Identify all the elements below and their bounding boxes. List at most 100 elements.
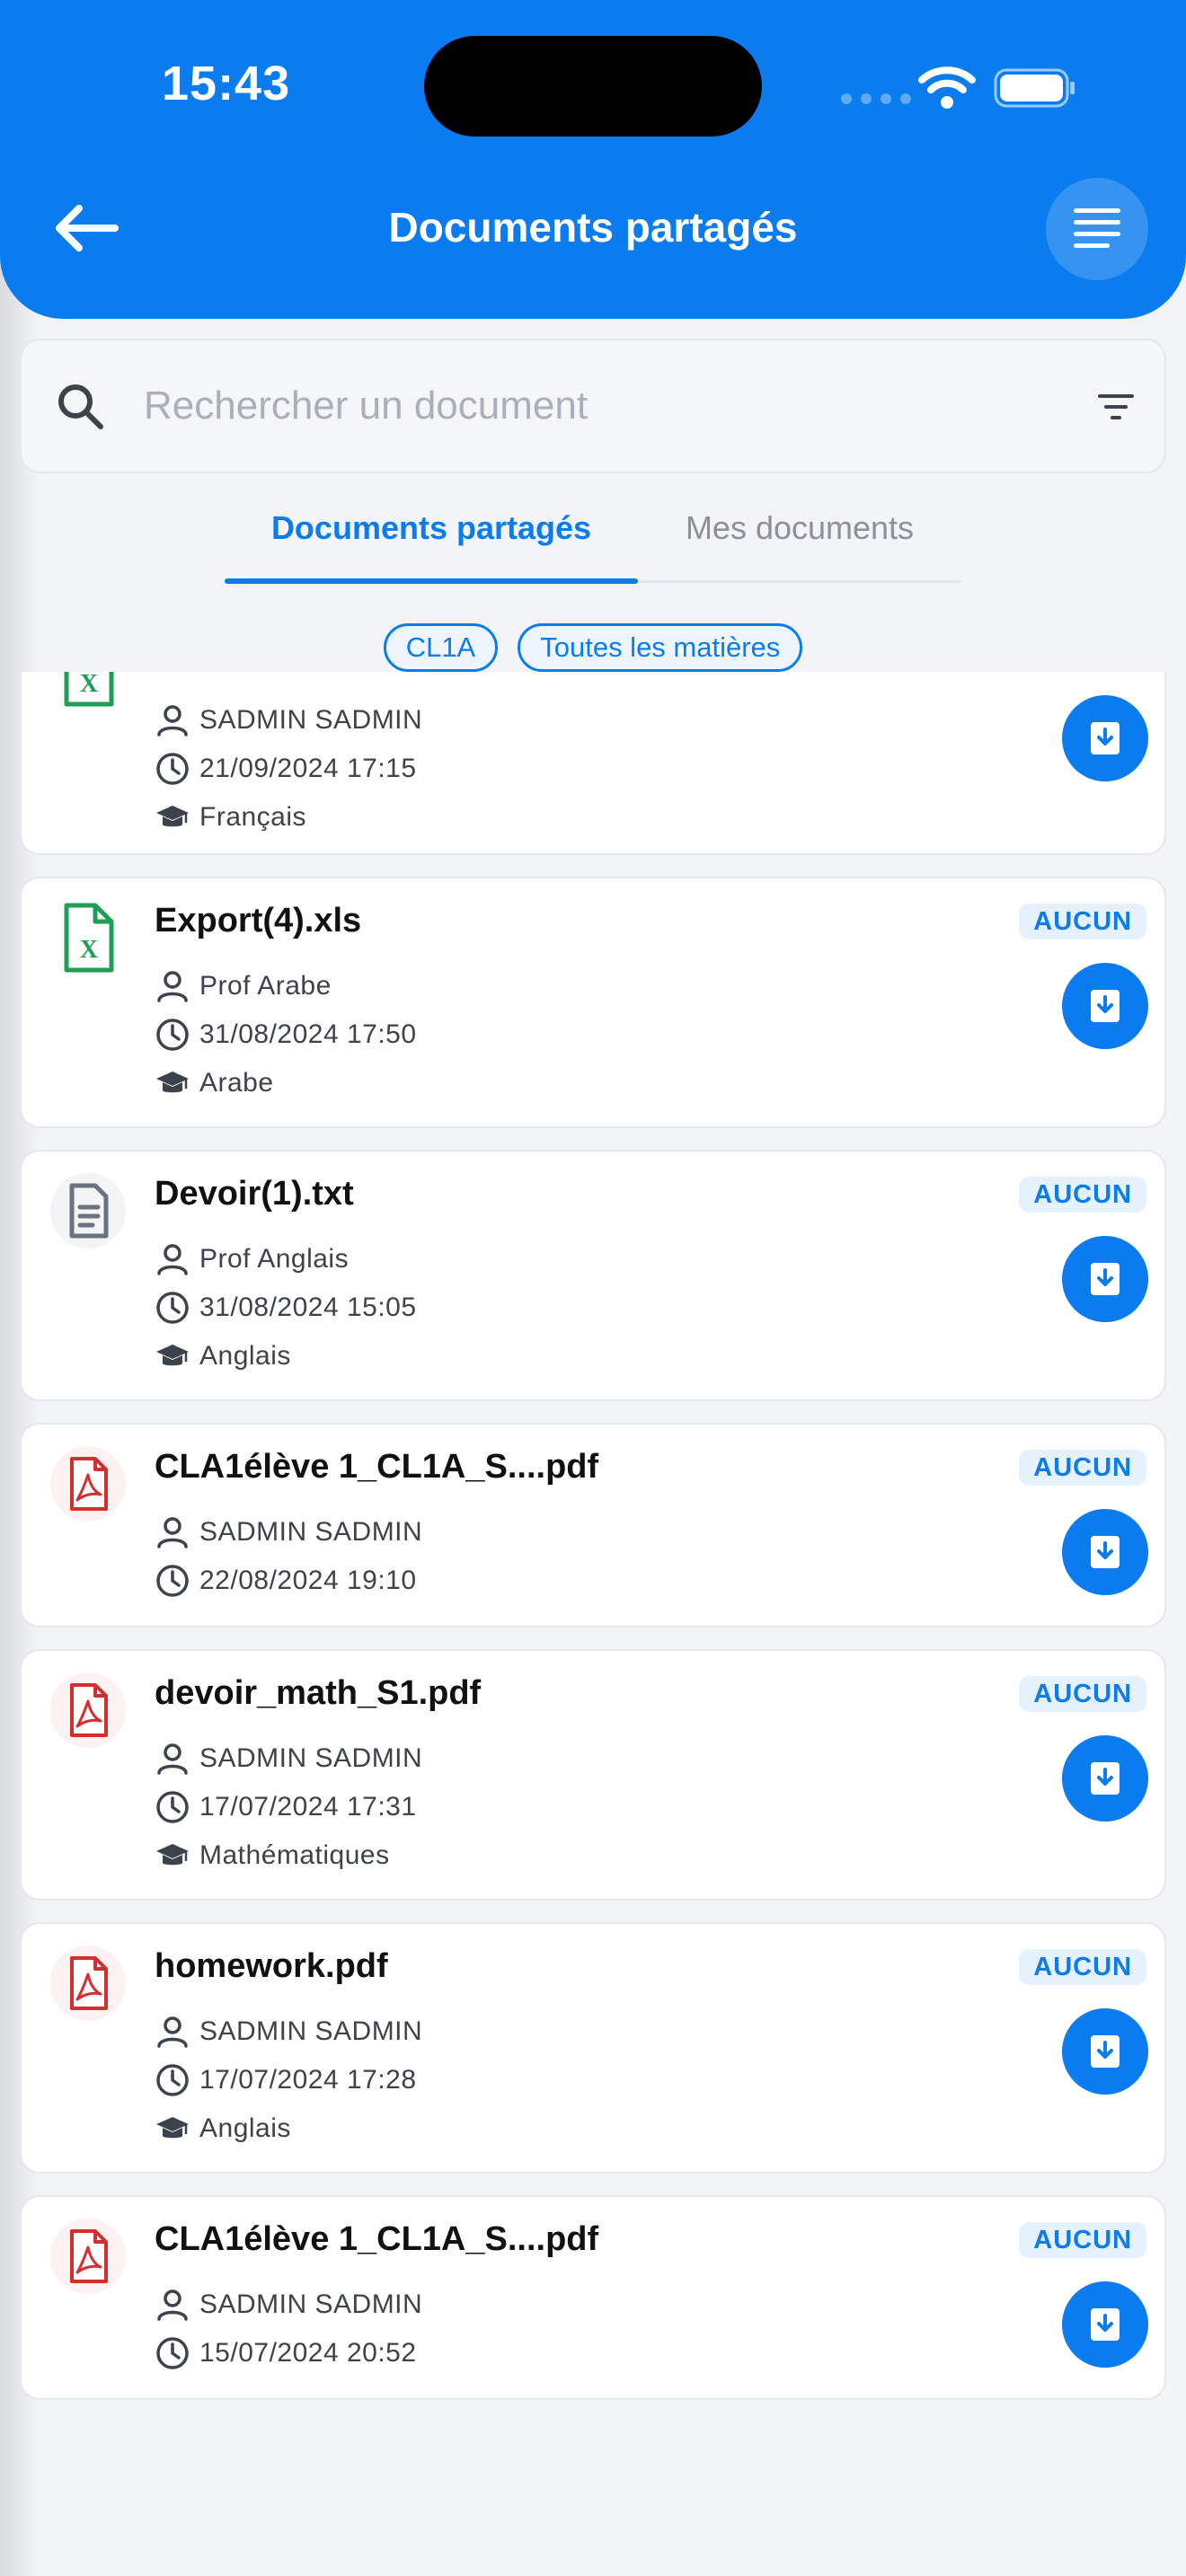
dynamic-island [424, 36, 762, 137]
app-header: 15:43 Documents partagés [0, 0, 1186, 319]
graduation-cap-icon [156, 806, 189, 827]
clock-icon [156, 1791, 189, 1823]
document-date: 17/07/2024 17:31 [199, 1792, 417, 1822]
filter-chips: CL1A Toutes les matières [0, 623, 1186, 672]
pdf-file-icon [50, 1672, 126, 1748]
document-author-row: SADMIN SADMIN [155, 2012, 422, 2051]
menu-button[interactable] [1046, 178, 1148, 280]
document-date: 21/09/2024 17:15 [199, 754, 417, 783]
visibility-badge: AUCUN [1019, 1676, 1146, 1712]
user-icon [157, 1244, 188, 1275]
user-icon [157, 1517, 188, 1548]
document-card[interactable]: CLA1élève 1_CL1A_S....pdf AUCUN SADMIN S… [20, 1423, 1166, 1628]
battery-icon [994, 68, 1075, 108]
visibility-badge: AUCUN [1019, 904, 1146, 940]
document-card[interactable]: X SADMIN SADMIN 21/09/2024 17:15 Françai… [20, 672, 1166, 855]
user-icon [157, 2289, 188, 2321]
clock-icon [156, 2064, 189, 2096]
document-subject: Anglais [199, 2113, 291, 2143]
clock-icon [156, 753, 189, 785]
document-author: SADMIN SADMIN [199, 1743, 423, 1773]
download-button[interactable] [1062, 2281, 1148, 2368]
document-list[interactable]: X SADMIN SADMIN 21/09/2024 17:15 Françai… [0, 672, 1186, 2576]
document-author: Prof Arabe [199, 971, 332, 1001]
document-date: 15/07/2024 20:52 [199, 2338, 417, 2368]
pdf-file-icon [50, 1945, 126, 2021]
document-date-row: 17/07/2024 17:31 [155, 1787, 417, 1827]
document-author-row: SADMIN SADMIN [155, 1513, 422, 1552]
menu-icon [1074, 208, 1120, 248]
filter-icon[interactable] [1096, 391, 1136, 423]
document-card[interactable]: Devoir(1).txt AUCUN Prof Anglais 31/08/2… [20, 1150, 1166, 1401]
class-chip[interactable]: CL1A [383, 623, 499, 672]
clock-icon [156, 1019, 189, 1051]
clock-icon [156, 2337, 189, 2369]
document-author: SADMIN SADMIN [199, 2289, 423, 2319]
document-subject: Mathématiques [199, 1840, 390, 1870]
user-icon [157, 2016, 188, 2048]
document-name: homework.pdf [155, 1947, 388, 1985]
visibility-badge: AUCUN [1019, 1450, 1146, 1486]
document-author: Prof Anglais [199, 1244, 350, 1274]
document-date: 22/08/2024 19:10 [199, 1566, 417, 1595]
cellular-signal-icon [841, 93, 911, 104]
download-button[interactable] [1062, 1236, 1148, 1322]
document-subject-row: Anglais [155, 1337, 291, 1376]
download-button[interactable] [1062, 1735, 1148, 1822]
clock-icon [156, 1565, 189, 1597]
search-bar[interactable]: Rechercher un document [20, 339, 1166, 473]
document-author-row: SADMIN SADMIN [155, 2285, 422, 2325]
document-date: 31/08/2024 17:50 [199, 1019, 417, 1049]
document-subject: Arabe [199, 1068, 274, 1098]
user-icon [157, 705, 188, 737]
document-author: SADMIN SADMIN [199, 705, 423, 735]
pdf-file-icon [50, 1446, 126, 1522]
excel-file-icon: X [64, 672, 114, 707]
document-card[interactable]: homework.pdf AUCUN SADMIN SADMIN 17/07/2… [20, 1922, 1166, 2174]
document-subject-row: Arabe [155, 1063, 274, 1103]
document-date-row: 21/09/2024 17:15 [155, 749, 417, 789]
document-date-row: 22/08/2024 19:10 [155, 1561, 417, 1601]
tab-documents-partages[interactable]: Documents partagés [225, 503, 638, 586]
document-author-row: SADMIN SADMIN [155, 701, 422, 740]
document-card[interactable]: X Export(4).xls AUCUN Prof Arabe 31/08/2… [20, 877, 1166, 1128]
download-button[interactable] [1062, 963, 1148, 1049]
download-icon [1091, 2308, 1120, 2341]
document-date-row: 17/07/2024 17:28 [155, 2060, 417, 2100]
graduation-cap-icon [156, 1072, 189, 1093]
pdf-file-icon [50, 2219, 126, 2294]
document-name: CLA1élève 1_CL1A_S....pdf [155, 1448, 599, 1486]
download-icon [1091, 990, 1120, 1022]
user-icon [157, 1743, 188, 1775]
status-time: 15:43 [162, 57, 291, 110]
clock-icon [156, 1292, 189, 1324]
document-date-row: 31/08/2024 17:50 [155, 1015, 417, 1054]
tab-mes-documents[interactable]: Mes documents [638, 503, 961, 586]
download-button[interactable] [1062, 1509, 1148, 1595]
document-subject-row: Français [155, 798, 306, 837]
wifi-icon [918, 66, 976, 109]
document-author-row: SADMIN SADMIN [155, 1739, 422, 1778]
active-tab-indicator [225, 578, 638, 584]
document-card[interactable]: CLA1élève 1_CL1A_S....pdf AUCUN SADMIN S… [20, 2195, 1166, 2400]
document-date-row: 15/07/2024 20:52 [155, 2333, 417, 2373]
document-subject: Français [199, 802, 307, 832]
document-name: CLA1élève 1_CL1A_S....pdf [155, 2220, 599, 2258]
graduation-cap-icon [156, 1345, 189, 1366]
download-icon [1091, 1762, 1120, 1795]
text-file-icon [50, 1173, 126, 1248]
svg-text:X: X [80, 672, 98, 698]
download-button[interactable] [1062, 2008, 1148, 2095]
graduation-cap-icon [156, 1844, 189, 1866]
visibility-badge: AUCUN [1019, 1949, 1146, 1985]
graduation-cap-icon [156, 2117, 189, 2139]
subject-chip[interactable]: Toutes les matières [518, 623, 803, 672]
document-subject-row: Mathématiques [155, 1836, 390, 1875]
document-date: 17/07/2024 17:28 [199, 2065, 417, 2095]
visibility-badge: AUCUN [1019, 1177, 1146, 1213]
user-icon [157, 971, 188, 1002]
search-icon [58, 384, 103, 429]
search-input[interactable]: Rechercher un document [144, 384, 588, 428]
document-card[interactable]: devoir_math_S1.pdf AUCUN SADMIN SADMIN 1… [20, 1649, 1166, 1901]
download-button[interactable] [1062, 695, 1148, 781]
